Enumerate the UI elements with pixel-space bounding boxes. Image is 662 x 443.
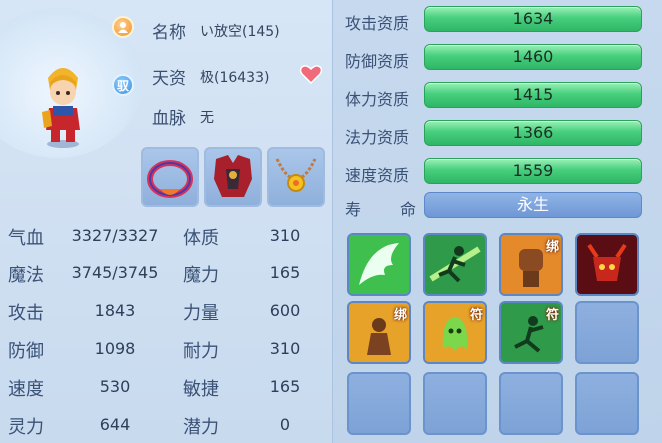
- stat-label-magic: 魔力: [183, 265, 219, 286]
- armor-icon: [214, 155, 252, 197]
- running-figure-icon: [425, 235, 485, 294]
- stat-label-defense: 防御: [8, 341, 44, 362]
- stat-value-strength: 600: [269, 301, 301, 320]
- stat-value-defense: 1098: [94, 339, 136, 358]
- stat-label-spirit: 灵力: [8, 417, 44, 438]
- skill-slot-empty[interactable]: [575, 301, 639, 364]
- aptitude-label-attack: 攻击资质: [345, 14, 410, 33]
- stat-label-speed: 速度: [8, 379, 44, 400]
- tier-label: 天资: [152, 69, 186, 89]
- skill-badge: 绑: [393, 308, 407, 323]
- stat-value-speed: 530: [99, 377, 131, 396]
- demon-skull-icon: [577, 235, 637, 294]
- aptitude-label-speed: 速度资质: [345, 166, 410, 185]
- pet-character-image: [42, 68, 80, 148]
- stat-value-magic: 165: [269, 263, 301, 282]
- necklace-icon: [275, 158, 317, 192]
- stat-value-potential: 0: [279, 415, 291, 434]
- skill-slot-4[interactable]: [575, 233, 639, 296]
- skill-slot-empty[interactable]: [499, 372, 563, 435]
- stat-label-potential: 潜力: [183, 417, 219, 438]
- equipment-slot-armor[interactable]: [204, 147, 262, 207]
- skill-slot-5[interactable]: 绑: [347, 301, 411, 364]
- lifespan-label-b: 命: [400, 200, 417, 219]
- skill-slot-1[interactable]: [347, 233, 411, 296]
- stat-label-agility: 敏捷: [183, 379, 219, 400]
- stat-value-agility: 165: [269, 377, 301, 396]
- stat-label-hp: 气血: [8, 228, 44, 249]
- name-badge-icon: [112, 16, 134, 38]
- bloodline-label: 血脉: [152, 109, 186, 129]
- stat-label-endurance: 耐力: [183, 341, 219, 362]
- equipment-slot-necklace[interactable]: [267, 147, 325, 207]
- stat-label-strength: 力量: [183, 303, 219, 324]
- skill-slot-2[interactable]: [423, 233, 487, 296]
- skill-slot-7[interactable]: 符: [499, 301, 563, 364]
- wing-icon: [349, 235, 409, 294]
- aptitude-label-defense: 防御资质: [345, 52, 410, 71]
- aptitude-bar-defense: 1460: [424, 44, 642, 70]
- lifespan-bar: 永生: [424, 192, 642, 218]
- stat-value-constitution: 310: [269, 226, 301, 245]
- skill-slot-empty[interactable]: [347, 372, 411, 435]
- bloodline-value: 无: [200, 110, 214, 126]
- aptitude-bar-speed: 1559: [424, 158, 642, 184]
- stat-value-spirit: 644: [99, 415, 131, 434]
- skill-badge: 绑: [545, 240, 559, 255]
- skill-slot-empty[interactable]: [423, 372, 487, 435]
- skill-slot-empty[interactable]: [575, 372, 639, 435]
- skill-badge: 符: [469, 308, 483, 323]
- pet-name-value: い放空(145): [200, 24, 280, 40]
- lifespan-label-a: 寿: [345, 200, 362, 219]
- equipment-slot-collar[interactable]: [141, 147, 199, 207]
- stat-value-mp: 3745/3745: [71, 263, 159, 282]
- skill-badge: 符: [545, 308, 559, 323]
- stat-label-attack: 攻击: [8, 303, 44, 324]
- aptitude-bar-stamina: 1415: [424, 82, 642, 108]
- aptitude-label-mana: 法力资质: [345, 128, 410, 147]
- aptitude-bar-mana: 1366: [424, 120, 642, 146]
- tier-value: 极(16433): [200, 70, 270, 86]
- stat-value-endurance: 310: [269, 339, 301, 358]
- name-label: 名称: [152, 23, 186, 43]
- skill-slot-3[interactable]: 绑: [499, 233, 563, 296]
- aptitude-bar-attack: 1634: [424, 6, 642, 32]
- mount-badge-icon: 驭: [112, 74, 134, 96]
- skill-slot-6[interactable]: 符: [423, 301, 487, 364]
- stat-label-mp: 魔法: [8, 265, 44, 286]
- stat-value-attack: 1843: [94, 301, 136, 320]
- stat-label-constitution: 体质: [183, 228, 219, 249]
- stat-value-hp: 3327/3327: [71, 226, 159, 245]
- aptitude-label-stamina: 体力资质: [345, 90, 410, 109]
- collar-icon: [147, 160, 193, 198]
- heart-icon[interactable]: [300, 64, 322, 84]
